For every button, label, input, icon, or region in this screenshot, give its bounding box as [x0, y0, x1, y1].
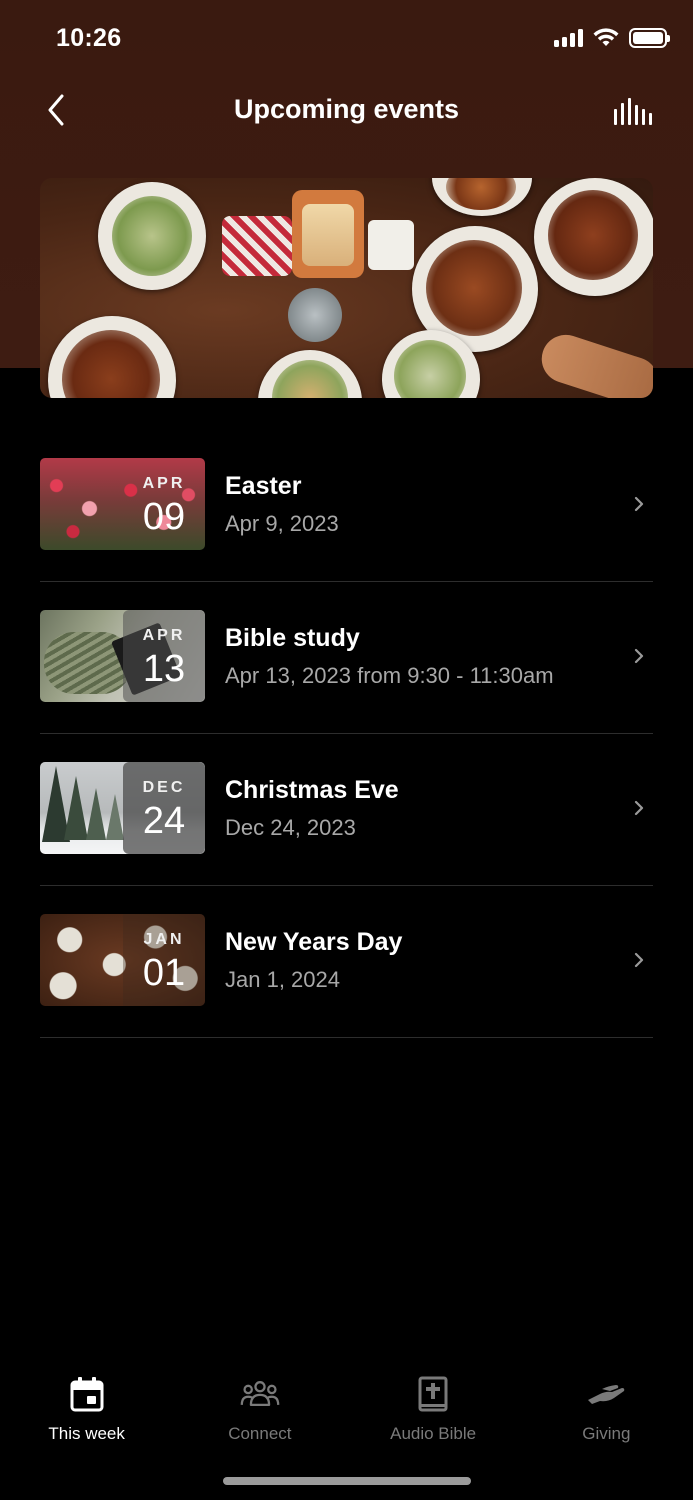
plate-image: [534, 178, 653, 296]
date-month: APR: [142, 475, 186, 492]
event-thumbnail: DEC 24: [40, 762, 205, 854]
date-badge: DEC 24: [123, 762, 205, 854]
date-month: JAN: [143, 931, 185, 948]
event-title: New Years Day: [225, 928, 403, 956]
date-month: DEC: [142, 779, 186, 796]
event-row-easter[interactable]: APR 09 Easter Apr 9, 2023: [40, 430, 653, 582]
event-title: Easter: [225, 472, 302, 500]
date-day: 01: [142, 952, 186, 994]
event-date: Jan 1, 2024: [225, 967, 340, 992]
chevron-right-icon: [634, 496, 644, 512]
hero-image: [40, 178, 653, 398]
tab-label: Audio Bible: [390, 1424, 477, 1443]
glass-image: [288, 288, 342, 342]
plate-image: [432, 178, 532, 216]
hand-image: [535, 328, 653, 398]
audio-bars-button[interactable]: [611, 94, 655, 130]
date-day: 13: [142, 648, 186, 690]
page-title: Upcoming events: [233, 94, 460, 124]
home-indicator[interactable]: [223, 1477, 471, 1485]
tab-label: Giving: [582, 1424, 631, 1443]
event-row-new-years-day[interactable]: JAN 01 New Years Day Jan 1, 2024: [40, 886, 653, 1038]
event-text: New Years Day Jan 1, 2024: [225, 928, 402, 993]
date-month: APR: [142, 627, 186, 644]
date-day: 24: [142, 800, 186, 842]
date-day: 09: [142, 496, 186, 538]
calendar-icon: [67, 1374, 107, 1414]
plate-image: [98, 182, 206, 290]
chevron-right-icon: [634, 800, 644, 816]
wifi-icon: [593, 28, 619, 46]
event-row-bible-study[interactable]: APR 13 Bible study Apr 13, 2023 from 9:3…: [40, 582, 653, 734]
status-bar: 10:26: [0, 0, 693, 78]
tab-this-week[interactable]: This week: [0, 1368, 173, 1448]
event-thumbnail: APR 13: [40, 610, 205, 702]
date-badge: APR 09: [123, 458, 205, 550]
status-icons: [554, 28, 670, 48]
tab-giving[interactable]: Giving: [520, 1368, 693, 1448]
chevron-right-icon: [634, 952, 644, 968]
audio-bars-icon: [614, 98, 652, 125]
event-title: Bible study: [225, 624, 360, 652]
date-badge: APR 13: [123, 610, 205, 702]
battery-icon: [629, 28, 670, 48]
status-time: 10:26: [56, 24, 122, 52]
tab-audio-bible[interactable]: Audio Bible: [347, 1368, 520, 1448]
battery-level: [633, 32, 663, 44]
chevron-right-icon: [634, 648, 644, 664]
date-badge: JAN 01: [123, 914, 205, 1006]
event-list: APR 09 Easter Apr 9, 2023 APR 13 Bible s…: [40, 430, 653, 1038]
cellular-signal-icon: [554, 29, 583, 47]
napkin-image: [368, 220, 414, 270]
plate-image: [48, 316, 176, 398]
event-title: Christmas Eve: [225, 776, 399, 804]
tab-label: Connect: [228, 1424, 292, 1443]
bread-basket-image: [292, 190, 364, 278]
event-thumbnail: APR 09: [40, 458, 205, 550]
plate-image: [258, 350, 362, 398]
event-date: Apr 9, 2023: [225, 511, 339, 536]
event-text: Easter Apr 9, 2023: [225, 472, 339, 537]
event-date: Dec 24, 2023: [225, 815, 356, 840]
group-icon: [240, 1374, 280, 1414]
event-date: Apr 13, 2023 from 9:30 - 11:30am: [225, 663, 554, 688]
tab-connect[interactable]: Connect: [173, 1368, 346, 1448]
event-row-christmas-eve[interactable]: DEC 24 Christmas Eve Dec 24, 2023: [40, 734, 653, 886]
tab-label: This week: [48, 1424, 125, 1443]
napkin-image: [222, 216, 292, 276]
tab-bar: This week Connect Audio Bible Giving: [0, 1368, 693, 1448]
event-thumbnail: JAN 01: [40, 914, 205, 1006]
navigation-bar: Upcoming events: [0, 80, 693, 142]
event-text: Christmas Eve Dec 24, 2023: [225, 776, 399, 841]
bible-icon: [413, 1374, 453, 1414]
event-text: Bible study Apr 13, 2023 from 9:30 - 11:…: [225, 624, 554, 689]
giving-hand-icon: [586, 1374, 626, 1414]
